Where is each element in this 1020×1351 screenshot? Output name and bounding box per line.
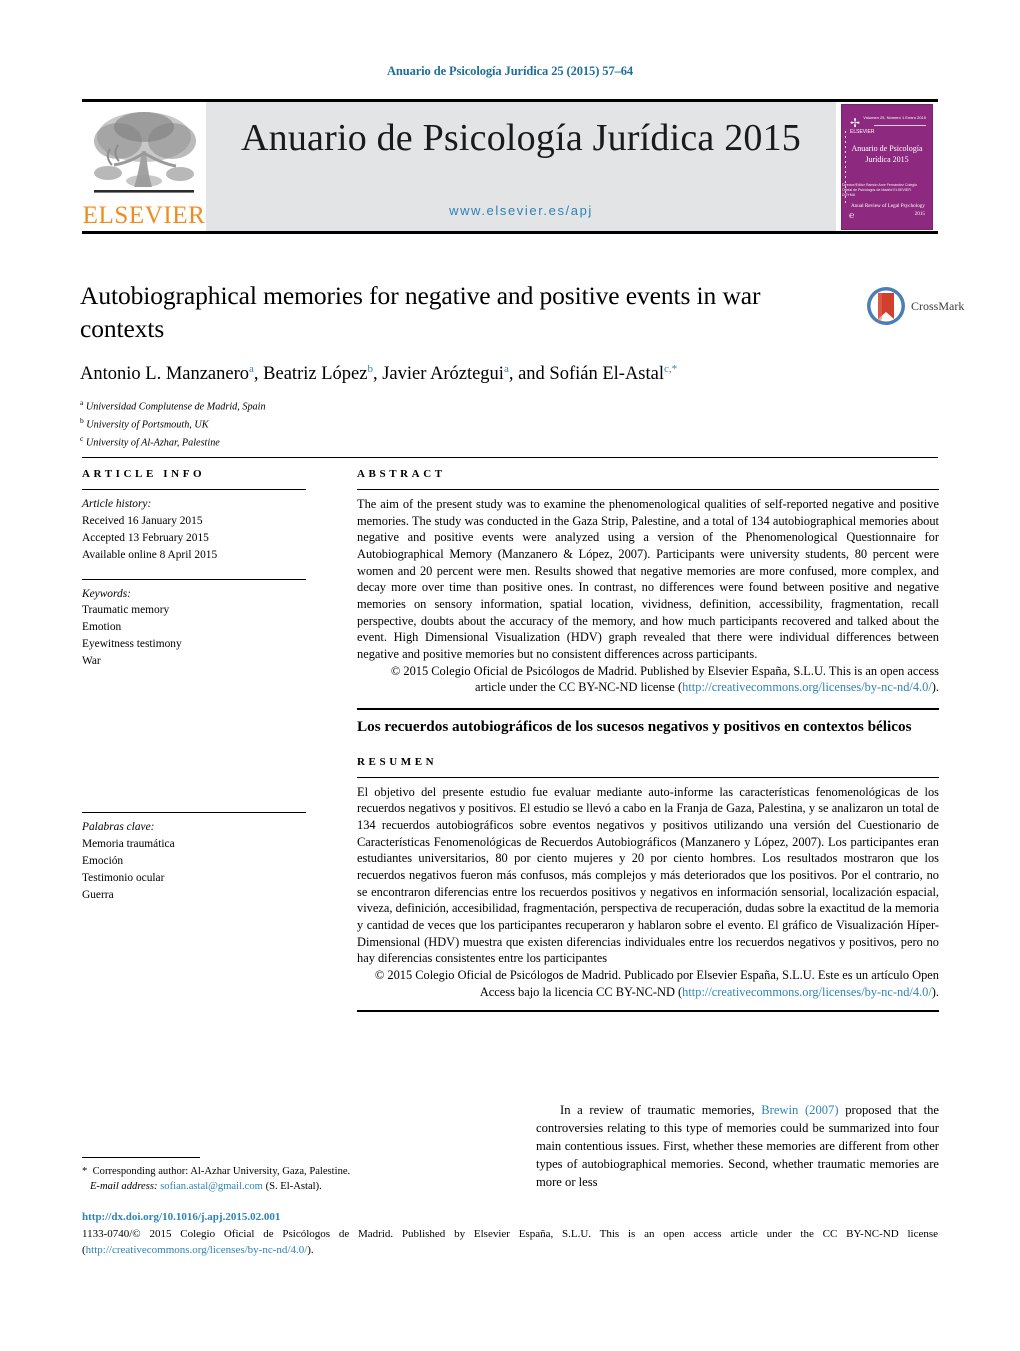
abstract-license-link[interactable]: http://creativecommons.org/licenses/by-n… xyxy=(682,680,932,694)
body-text-column: In a review of traumatic memories, Brewi… xyxy=(536,1101,939,1191)
keyword-item: Traumatic memory xyxy=(82,604,170,617)
author-list: Antonio L. Manzaneroa, Beatriz Lópezb, J… xyxy=(80,363,678,385)
footnote-rule xyxy=(82,1157,200,1158)
resumen-text: El objetivo del presente estudio fue eva… xyxy=(357,784,939,966)
title-block: Autobiographical memories for negative a… xyxy=(80,280,850,451)
article-history-received: Received 16 January 2015 xyxy=(82,514,203,527)
resumen-copyright: © 2015 Colegio Oficial de Psicólogos de … xyxy=(374,967,939,999)
keyword-item: War xyxy=(82,655,101,667)
cover-elsevier-mark: ℮ xyxy=(849,209,855,220)
abstract-rule xyxy=(357,489,939,490)
info-section-divider xyxy=(82,457,938,458)
resumen-license-link[interactable]: http://creativecommons.org/licenses/by-n… xyxy=(682,985,932,999)
keyword-item: Emotion xyxy=(82,621,122,634)
elsevier-tree-icon xyxy=(88,107,200,203)
article-history-online: Available online 8 April 2015 xyxy=(82,548,218,561)
cover-title: Anuario de Psicología Jurídica 2015 xyxy=(851,143,923,165)
article-info-column-es: Palabras clave: Memoria traumática Emoci… xyxy=(82,812,306,903)
cover-top-rule xyxy=(874,124,926,126)
corresponding-author-note: * Corresponding author: Al-Azhar Univers… xyxy=(82,1166,351,1177)
keywords-rule xyxy=(82,578,306,580)
article-info-rule xyxy=(82,489,306,490)
footer-copyright: 1133-0740/© 2015 Colegio Oficial de Psic… xyxy=(82,1228,938,1256)
author-email-link[interactable]: sofian.astal@gmail.com xyxy=(160,1181,263,1192)
journal-masthead: ELSEVIER Anuario de Psicología Jurídica … xyxy=(82,99,938,234)
abstract-column: ABSTRACT The aim of the present study wa… xyxy=(357,468,939,1019)
footer-license-link[interactable]: http://creativecommons.org/licenses/by-n… xyxy=(86,1244,308,1256)
author-1[interactable]: Beatriz Lópezb xyxy=(263,363,373,384)
elsevier-wordmark: ELSEVIER xyxy=(82,202,206,229)
abstract-text: The aim of the present study was to exam… xyxy=(357,497,939,662)
resumen-bottom-rule xyxy=(357,1010,939,1013)
cover-mid-text: Director/Editor Ramón Arce Fernández Col… xyxy=(842,182,918,197)
resumen-top-rule xyxy=(357,708,939,711)
keywords-es-rule xyxy=(82,812,306,813)
author-2[interactable]: Javier Arózteguia xyxy=(382,363,509,384)
author-0[interactable]: Antonio L. Manzaneroa xyxy=(80,363,254,384)
resumen-text-block: El objetivo del presente estudio fue eva… xyxy=(357,784,939,1001)
resumen-rule xyxy=(357,776,939,778)
keyword-item: Eyewitness testimony xyxy=(82,638,182,651)
article-info-heading: ARTICLE INFO xyxy=(82,468,206,480)
keyword-es-item: Emoción xyxy=(82,854,124,867)
article-history-accepted: Accepted 13 February 2015 xyxy=(82,531,209,544)
cover-elsevier-label: ELSEVIER xyxy=(850,128,875,135)
doi-link[interactable]: http://dx.doi.org/10.1016/j.apj.2015.02.… xyxy=(82,1211,280,1223)
author-3-marks: c,* xyxy=(664,363,678,376)
keyword-es-item: Testimonio ocular xyxy=(82,871,165,884)
journal-homepage-link[interactable]: www.elsevier.es/apj xyxy=(206,203,836,218)
article-history-label: Article history: xyxy=(82,498,152,510)
crossmark-badge[interactable]: CrossMark xyxy=(866,283,965,329)
running-head: Anuario de Psicología Jurídica 25 (2015)… xyxy=(386,64,634,78)
resumen-heading: RESUMEN xyxy=(357,755,438,768)
author-3[interactable]: Sofián El-Astalc,* xyxy=(549,363,678,384)
journal-title: Anuario de Psicología Jurídica 2015 xyxy=(240,117,801,159)
crossmark-icon[interactable] xyxy=(866,286,906,326)
journal-cover-thumbnail[interactable]: ✢ ELSEVIER Volumen 25, Número 1 Enero 20… xyxy=(841,103,933,230)
citation-brewin-2007[interactable]: Brewin (2007) xyxy=(761,1103,838,1117)
affiliation-a: a Universidad Complutense de Madrid, Spa… xyxy=(80,398,266,413)
keyword-es-item: Guerra xyxy=(82,888,114,901)
keywords-es-label: Palabras clave: xyxy=(82,821,155,833)
keyword-es-item: Memoria traumática xyxy=(82,837,175,850)
resumen-title: Los recuerdos autobiográficos de los suc… xyxy=(357,718,912,736)
affiliation-b: b University of Portsmouth, UK xyxy=(80,416,209,431)
keywords-label: Keywords: xyxy=(82,587,131,600)
abstract-copyright: © 2015 Colegio Oficial de Psicólogos de … xyxy=(390,663,939,695)
cover-issue-text: Volumen 25, Número 1 Enero 2015 xyxy=(863,114,926,120)
body-paragraph: In a review of traumatic memories, Brewi… xyxy=(536,1103,939,1189)
abstract-text-block: The aim of the present study was to exam… xyxy=(357,496,939,696)
page-title: Autobiographical memories for negative a… xyxy=(80,281,761,343)
article-info-column: ARTICLE INFO Article history: Received 1… xyxy=(82,468,306,670)
elsevier-logo-block: ELSEVIER xyxy=(82,102,206,231)
abstract-heading: ABSTRACT xyxy=(357,468,446,480)
journal-cover-block: ✢ ELSEVIER Volumen 25, Número 1 Enero 20… xyxy=(836,102,938,231)
email-note: E-mail address: sofian.astal@gmail.com (… xyxy=(89,1181,322,1193)
affiliation-list: a Universidad Complutense de Madrid, Spa… xyxy=(80,397,850,450)
cover-footer-text: Anual Review of Legal Psychology 2015 xyxy=(850,202,925,217)
footnote-block: * Corresponding author: Al-Azhar Univers… xyxy=(82,1157,502,1195)
journal-title-band: Anuario de Psicología Jurídica 2015 www.… xyxy=(206,102,836,231)
article-first-page: Anuario de Psicología Jurídica 25 (2015)… xyxy=(0,0,1020,1351)
crossmark-label: CrossMark xyxy=(911,298,965,313)
affiliation-c: c University of Al-Azhar, Palestine xyxy=(80,433,220,449)
